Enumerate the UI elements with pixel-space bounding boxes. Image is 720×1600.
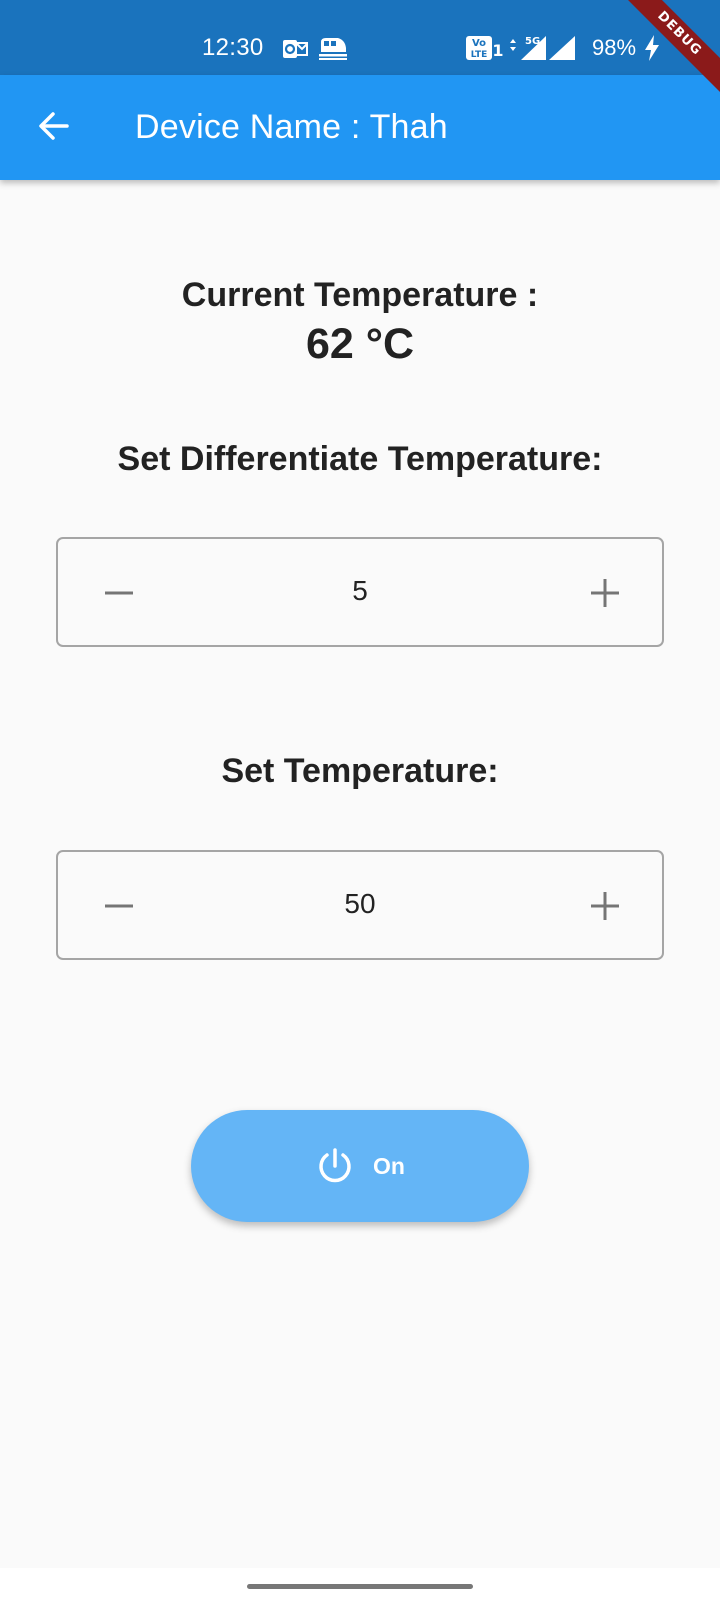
- current-temperature-value: 62 °C: [305, 320, 415, 368]
- svg-text:LTE: LTE: [471, 50, 488, 60]
- set-temperature-value[interactable]: 50: [58, 888, 662, 920]
- status-time: 12:30: [202, 34, 264, 61]
- differential-temperature-stepper: 5: [56, 537, 664, 647]
- train-icon: [319, 38, 347, 60]
- differential-increment-button[interactable]: [576, 564, 634, 622]
- set-temperature-stepper: 50: [56, 850, 664, 960]
- differential-temperature-value[interactable]: 5: [58, 575, 662, 607]
- battery-percent: 98%: [592, 35, 637, 60]
- set-temperature-label: Set Temperature:: [221, 752, 499, 790]
- system-navigation-bar: [0, 1568, 720, 1600]
- svg-text:Vo: Vo: [472, 38, 486, 49]
- arrow-back-icon: [39, 112, 69, 140]
- svg-text:1: 1: [492, 41, 503, 60]
- app-bar: Device Name : Thah: [0, 75, 720, 180]
- power-icon: [319, 1148, 351, 1183]
- home-gesture-handle[interactable]: [247, 1584, 473, 1589]
- plus-icon: [591, 892, 619, 920]
- back-button[interactable]: [28, 100, 80, 152]
- set-temperature-increment-button[interactable]: [576, 877, 634, 935]
- differential-temperature-label: Set Differentiate Temperature:: [117, 440, 603, 478]
- volte-icon: Vo LTE 1: [466, 36, 503, 60]
- outlook-icon: [283, 40, 308, 58]
- power-toggle-button[interactable]: On: [191, 1110, 529, 1222]
- power-button-label: On: [373, 1152, 405, 1179]
- page-title: Device Name : Thah: [135, 108, 448, 146]
- current-temperature-label: Current Temperature :: [181, 276, 539, 314]
- battery-charging-icon: [645, 35, 659, 61]
- signal-icon: 5G: [510, 36, 546, 60]
- signal-icon: [549, 36, 575, 60]
- plus-icon: [591, 579, 619, 607]
- status-bar: 12:30 Vo LTE 1 5G 98%: [0, 0, 720, 75]
